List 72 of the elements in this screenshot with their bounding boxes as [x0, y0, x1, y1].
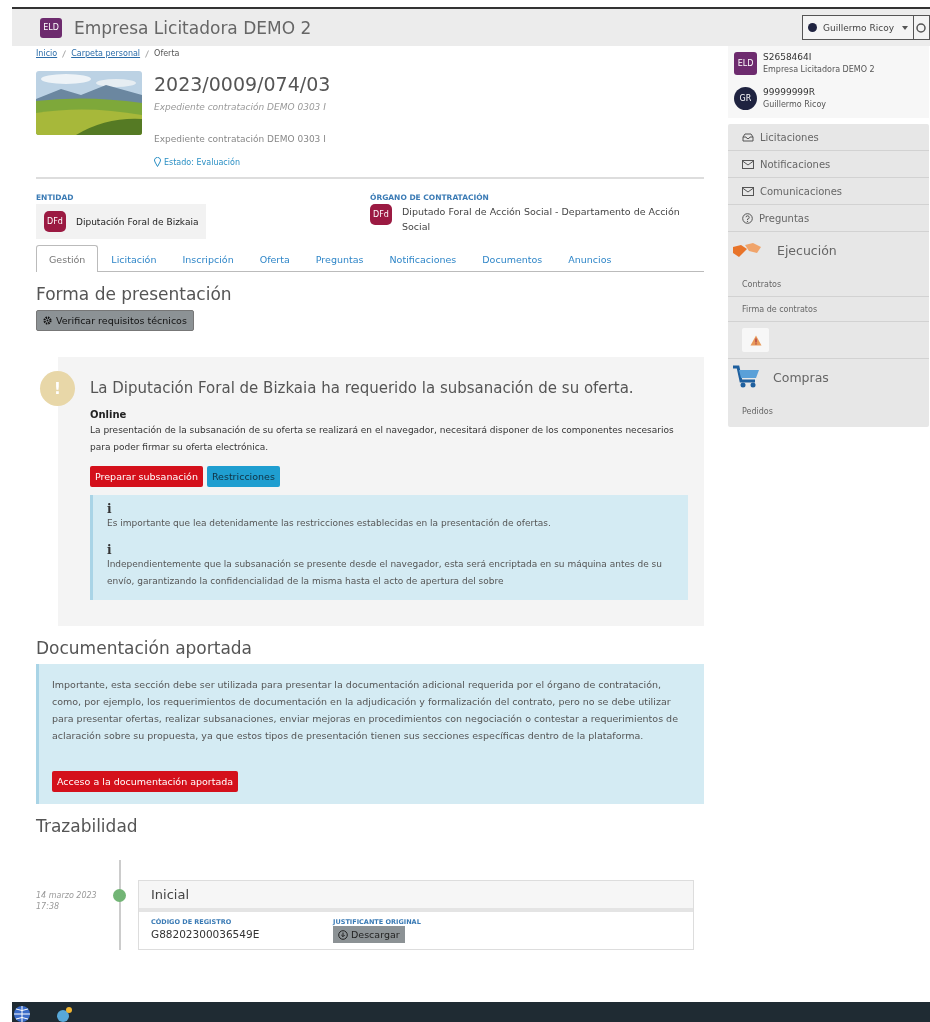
info-text: Independientemente que la subsanación se presente desde el navegador, esta será encriptada en su máquina antes de su envío, garantizando la confidencialidad de la misma hasta el acto de apertura del sobre [107, 558, 663, 588]
info-text: Es importante que lea detenidamente las restricciones establecidas en la presentación de ofertas. [107, 517, 552, 530]
event-date: 14 marzo 2023 17:38 [36, 890, 98, 913]
offer-number: 2023/0009/074/03 [154, 73, 331, 95]
section-heading: Ejecución [777, 242, 837, 258]
action-button[interactable]: Preparar subsanación [90, 466, 203, 487]
documentation-button[interactable]: Acceso a la documentación aportada [52, 771, 239, 792]
tab[interactable]: Gestión [36, 245, 99, 272]
section-title: Trazabilidad [36, 816, 139, 836]
warning-icon [749, 334, 762, 346]
breadcrumb-link[interactable]: Carpeta personal [71, 49, 141, 58]
inbox-icon [742, 132, 754, 142]
organ-logo: DFd [370, 204, 392, 225]
cart-icon [733, 365, 759, 389]
account-id: S2658464I [763, 52, 813, 62]
tab[interactable]: Licitación [98, 245, 170, 272]
tab[interactable]: Anuncios [555, 245, 625, 272]
menu-item[interactable]: Notificaciones [728, 151, 929, 178]
tab[interactable]: Oferta [246, 245, 303, 272]
menu-item[interactable]: Preguntas [728, 205, 929, 232]
download-icon [338, 929, 348, 940]
location-pin-icon [154, 157, 161, 167]
download-button[interactable]: Descargar [333, 926, 405, 943]
account-id: 99999999R [763, 87, 817, 97]
info-icon: i [107, 544, 674, 556]
mode-description: La presentación de la subsanación de su oferta se realizará en el navegador, necesitará disponer de los componentes necesarios para poder firmar su oferta electrónica. [90, 424, 675, 454]
info-text: Importante, esta sección debe ser utilizada para presentar la documentación adicional requerida por el órgano de contratación, como, por ejemplo, los requerimientos de documentación en la adjudicación y formalización del contrato, pero no se debe utilizar para presentar ofertas, realizar subsanaciones, enviar mejoras en procedimientos con negociación o contestar a requerimientos de aclaración sobre su propuesta, ya que estos tipos de presentación tienen sus secciones específicas dentro de la plataforma. [52, 678, 679, 743]
event-title: Inicial [139, 881, 693, 912]
account-avatar: ELD [734, 52, 757, 75]
help-icon [742, 212, 753, 224]
account-name: Guillermo Ricoy [763, 100, 827, 109]
menu-item[interactable]: Comunicaciones [728, 178, 929, 205]
offer-subtitle: Expediente contratación DEMO 0303 I [154, 102, 327, 112]
offer-description: Expediente contratación DEMO 0303 I [154, 134, 327, 144]
menu-item[interactable]: Pedidos [728, 399, 929, 427]
account-name: Empresa Licitadora DEMO 2 [763, 65, 875, 74]
menu-item[interactable]: Firma de contratos [728, 297, 929, 322]
info-icon: i [107, 503, 674, 515]
registry-code: G88202300036549E [151, 928, 261, 940]
separator-icon [145, 49, 150, 58]
menu-item[interactable]: Licitaciones [728, 124, 929, 151]
action-button[interactable]: Restricciones [206, 466, 280, 487]
user-menu-button[interactable]: Guillermo Ricoy [802, 15, 914, 40]
status-text: Estado: Evaluación [164, 157, 240, 167]
menu-item[interactable]: Contratos [728, 272, 929, 297]
entity-logo: DFd [44, 211, 66, 232]
company-logo: ELD [40, 17, 62, 38]
mail-icon [742, 159, 754, 169]
alert-title: La Diputación Foral de Bizkaia ha requerido la subsanación de su oferta. [90, 379, 635, 397]
timeline-node [113, 889, 126, 902]
verify-button[interactable]: Verificar requisitos técnicos [36, 310, 194, 331]
organ-name: Diputado Foral de Acción Social - Departamento de Acción Social [402, 205, 681, 234]
breadcrumb-current: Oferta [154, 49, 180, 58]
caret-icon [902, 25, 908, 30]
mail-icon [742, 186, 754, 196]
tab[interactable]: Documentos [469, 245, 556, 272]
section-title: Documentación aportada [36, 638, 254, 658]
entity-name: Diputación Foral de Bizkaia [76, 216, 199, 227]
section-title: Forma de presentación [36, 284, 233, 304]
account-avatar: GR [734, 87, 757, 110]
separator-icon [62, 49, 67, 58]
mode-label: Online [90, 409, 128, 420]
alert-badge: ! [40, 371, 75, 406]
breadcrumb-link[interactable]: Inicio [36, 49, 58, 58]
section-heading: Compras [773, 369, 829, 385]
tab[interactable]: Preguntas [302, 245, 377, 272]
language-button[interactable] [914, 15, 930, 40]
gear-icon [43, 316, 52, 325]
app-title: Empresa Licitadora DEMO 2 [74, 17, 312, 38]
tab[interactable]: Inscripción [169, 245, 247, 272]
tab[interactable]: Notificaciones [376, 245, 470, 272]
warning-button[interactable] [742, 328, 769, 352]
